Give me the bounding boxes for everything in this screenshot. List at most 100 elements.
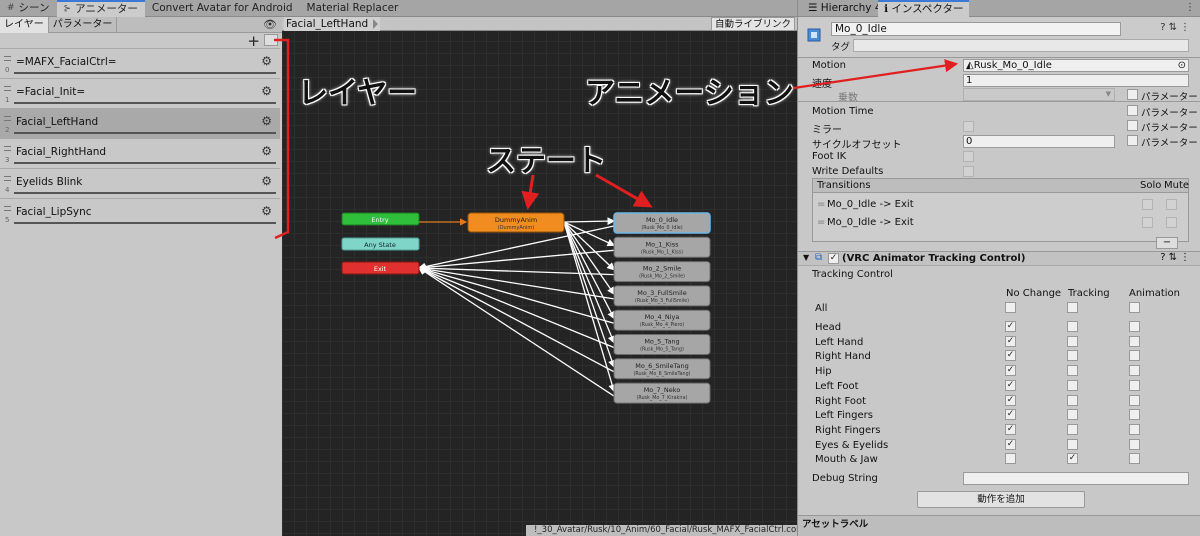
tab-scene[interactable]: # シーン	[0, 0, 57, 17]
tracking-animation-checkbox[interactable]	[1129, 365, 1140, 377]
tracking-tracking-checkbox[interactable]	[1067, 409, 1078, 421]
object-picker-icon[interactable]: ⊙	[1178, 60, 1186, 71]
state-node[interactable]: Mo_3_FullSmile(Rusk_Mo_3_FullSmile)	[613, 285, 711, 307]
foldout-arrow-icon[interactable]: ▼	[803, 253, 809, 262]
multiplier-param-checkbox[interactable]	[1127, 89, 1138, 100]
tab-hierarchy[interactable]: ☰ Hierarchy 4	[802, 0, 888, 17]
tracking-tracking-checkbox[interactable]	[1067, 394, 1078, 406]
all-animation-checkbox[interactable]	[1129, 302, 1140, 313]
menu-icon[interactable]: ⋮	[1180, 252, 1193, 263]
layer-item[interactable]: 1 =Facial_Init= ⚙	[0, 78, 280, 108]
all-tracking-checkbox[interactable]	[1067, 302, 1078, 313]
transition-line[interactable]	[563, 221, 615, 320]
component-header[interactable]: ▼ ⧉ ✓ (VRC Animator Tracking Control) ?⇅…	[798, 251, 1200, 266]
tracking-animation-checkbox[interactable]	[1129, 423, 1140, 435]
mute-checkbox[interactable]	[1166, 217, 1177, 228]
tracking-tracking-checkbox[interactable]	[1067, 379, 1078, 391]
tracking-no-change-checkbox[interactable]: ✓	[1005, 335, 1016, 347]
cycle-offset-field[interactable]: 0	[963, 135, 1115, 148]
tracking-animation-checkbox[interactable]	[1129, 409, 1140, 421]
drag-handle-icon[interactable]	[4, 86, 11, 91]
state-node[interactable]: Mo_0_Idle(Rusk_Mo_0_Idle)	[613, 212, 711, 234]
mute-checkbox[interactable]	[1166, 199, 1177, 210]
transition-line[interactable]	[563, 221, 616, 393]
transition-line[interactable]	[417, 266, 615, 324]
state-name-field[interactable]: Mo_0_Idle	[831, 22, 1121, 36]
motion-time-param-checkbox[interactable]	[1127, 105, 1138, 116]
add-behaviour-button[interactable]: 動作を追加	[917, 491, 1085, 508]
default-state-node[interactable]: DummyAnim (DummyAnim)	[467, 212, 565, 233]
tracking-animation-checkbox[interactable]	[1129, 394, 1140, 406]
tab-material-replacer[interactable]: Material Replacer	[300, 0, 406, 17]
motion-field[interactable]: ◭Rusk_Mo_0_Idle ⊙	[963, 59, 1189, 72]
transition-row[interactable]: = Mo_0_Idle -> Exit	[813, 214, 1188, 231]
tab-convert-avatar[interactable]: Convert Avatar for Android	[145, 0, 300, 17]
tracking-no-change-checkbox[interactable]: ✓	[1005, 365, 1016, 377]
tracking-tracking-checkbox[interactable]	[1067, 438, 1078, 450]
foot-ik-checkbox[interactable]	[963, 151, 974, 162]
transition-line[interactable]	[563, 217, 616, 226]
layer-item[interactable]: 0 =MAFX_FacialCtrl= ⚙	[0, 48, 280, 78]
component-enabled-checkbox[interactable]: ✓	[828, 253, 839, 264]
drag-handle-icon[interactable]	[4, 176, 11, 181]
layer-item[interactable]: 4 Eyelids Blink ⚙	[0, 168, 280, 198]
tracking-animation-checkbox[interactable]	[1129, 335, 1140, 347]
gear-icon[interactable]: ⚙	[261, 84, 272, 98]
tracking-tracking-checkbox[interactable]: ✓	[1067, 453, 1078, 465]
speed-field[interactable]: 1	[963, 74, 1189, 87]
drag-handle-icon[interactable]	[4, 56, 11, 61]
gear-icon[interactable]: ⚙	[261, 54, 272, 68]
mirror-param-checkbox[interactable]	[1127, 120, 1138, 131]
tracking-tracking-checkbox[interactable]	[1067, 350, 1078, 362]
transition-line[interactable]	[417, 267, 615, 397]
exit-node[interactable]: Exit	[341, 261, 420, 275]
menu-icon[interactable]: ⋮	[1180, 22, 1193, 33]
auto-live-link-button[interactable]: 自動ライブリンク	[710, 17, 795, 31]
gear-icon[interactable]: ⚙	[261, 174, 272, 188]
tracking-no-change-checkbox[interactable]: ✓	[1005, 423, 1016, 435]
tracking-tracking-checkbox[interactable]	[1067, 335, 1078, 347]
tracking-no-change-checkbox[interactable]	[1005, 453, 1016, 465]
state-node[interactable]: Mo_4_Niya(Rusk_Mo_4_Piero)	[613, 309, 711, 331]
tracking-tracking-checkbox[interactable]	[1067, 365, 1078, 377]
cycle-offset-param-checkbox[interactable]	[1127, 135, 1138, 146]
state-node[interactable]: Mo_1_Kiss(Rusk_Mo_1_Kiss)	[613, 236, 711, 258]
state-node[interactable]: Mo_5_Tang(Rusk_Mo_5_Tang)	[613, 334, 711, 355]
breadcrumb[interactable]: Facial_LeftHand	[284, 17, 381, 31]
solo-checkbox[interactable]	[1142, 199, 1153, 210]
tracking-animation-checkbox[interactable]	[1129, 379, 1140, 391]
tracking-animation-checkbox[interactable]	[1129, 350, 1140, 362]
tracking-animation-checkbox[interactable]	[1129, 453, 1140, 465]
transition-line[interactable]	[563, 221, 616, 369]
state-node[interactable]: Mo_6_SmileTang(Rusk_Mo_6_SmileTang)	[613, 358, 711, 380]
solo-checkbox[interactable]	[1142, 217, 1153, 228]
tracking-animation-checkbox[interactable]	[1129, 321, 1140, 332]
layer-item[interactable]: 5 Facial_LipSync ⚙	[0, 198, 280, 228]
layer-item[interactable]: 3 Facial_RightHand ⚙	[0, 138, 280, 168]
entry-node[interactable]: Entry	[341, 212, 420, 226]
remove-transition-button[interactable]: −	[1156, 237, 1178, 249]
gear-icon[interactable]: ⚙	[261, 114, 272, 128]
help-icon[interactable]: ?	[1160, 22, 1168, 33]
tracking-no-change-checkbox[interactable]: ✓	[1005, 394, 1016, 406]
tracking-tracking-checkbox[interactable]	[1067, 423, 1078, 435]
tab-animator[interactable]: ⊱ アニメーター	[56, 0, 145, 17]
transition-row[interactable]: = Mo_0_Idle -> Exit	[813, 196, 1188, 213]
tag-field[interactable]	[853, 39, 1189, 52]
write-defaults-checkbox[interactable]	[963, 166, 974, 177]
tab-layers[interactable]: レイヤー	[0, 17, 49, 33]
settings-icon[interactable]: ⇅	[1169, 252, 1180, 263]
help-icon[interactable]: ?	[1160, 252, 1168, 263]
tracking-no-change-checkbox[interactable]: ✓	[1005, 379, 1016, 391]
tab-inspector[interactable]: ℹ インスペクター	[878, 0, 970, 17]
drag-handle-icon[interactable]	[4, 146, 11, 151]
anystate-node[interactable]: Any State	[341, 237, 420, 251]
transition-line[interactable]	[417, 266, 615, 349]
eye-icon[interactable]: 👁	[263, 18, 277, 31]
mirror-checkbox[interactable]	[963, 121, 974, 132]
tracking-no-change-checkbox[interactable]: ✓	[1005, 438, 1016, 450]
tracking-tracking-checkbox[interactable]	[1067, 321, 1078, 332]
settings-icon[interactable]: ⇅	[1169, 22, 1180, 33]
drag-handle-icon[interactable]: =	[817, 196, 825, 213]
drag-handle-icon[interactable]	[4, 206, 11, 211]
